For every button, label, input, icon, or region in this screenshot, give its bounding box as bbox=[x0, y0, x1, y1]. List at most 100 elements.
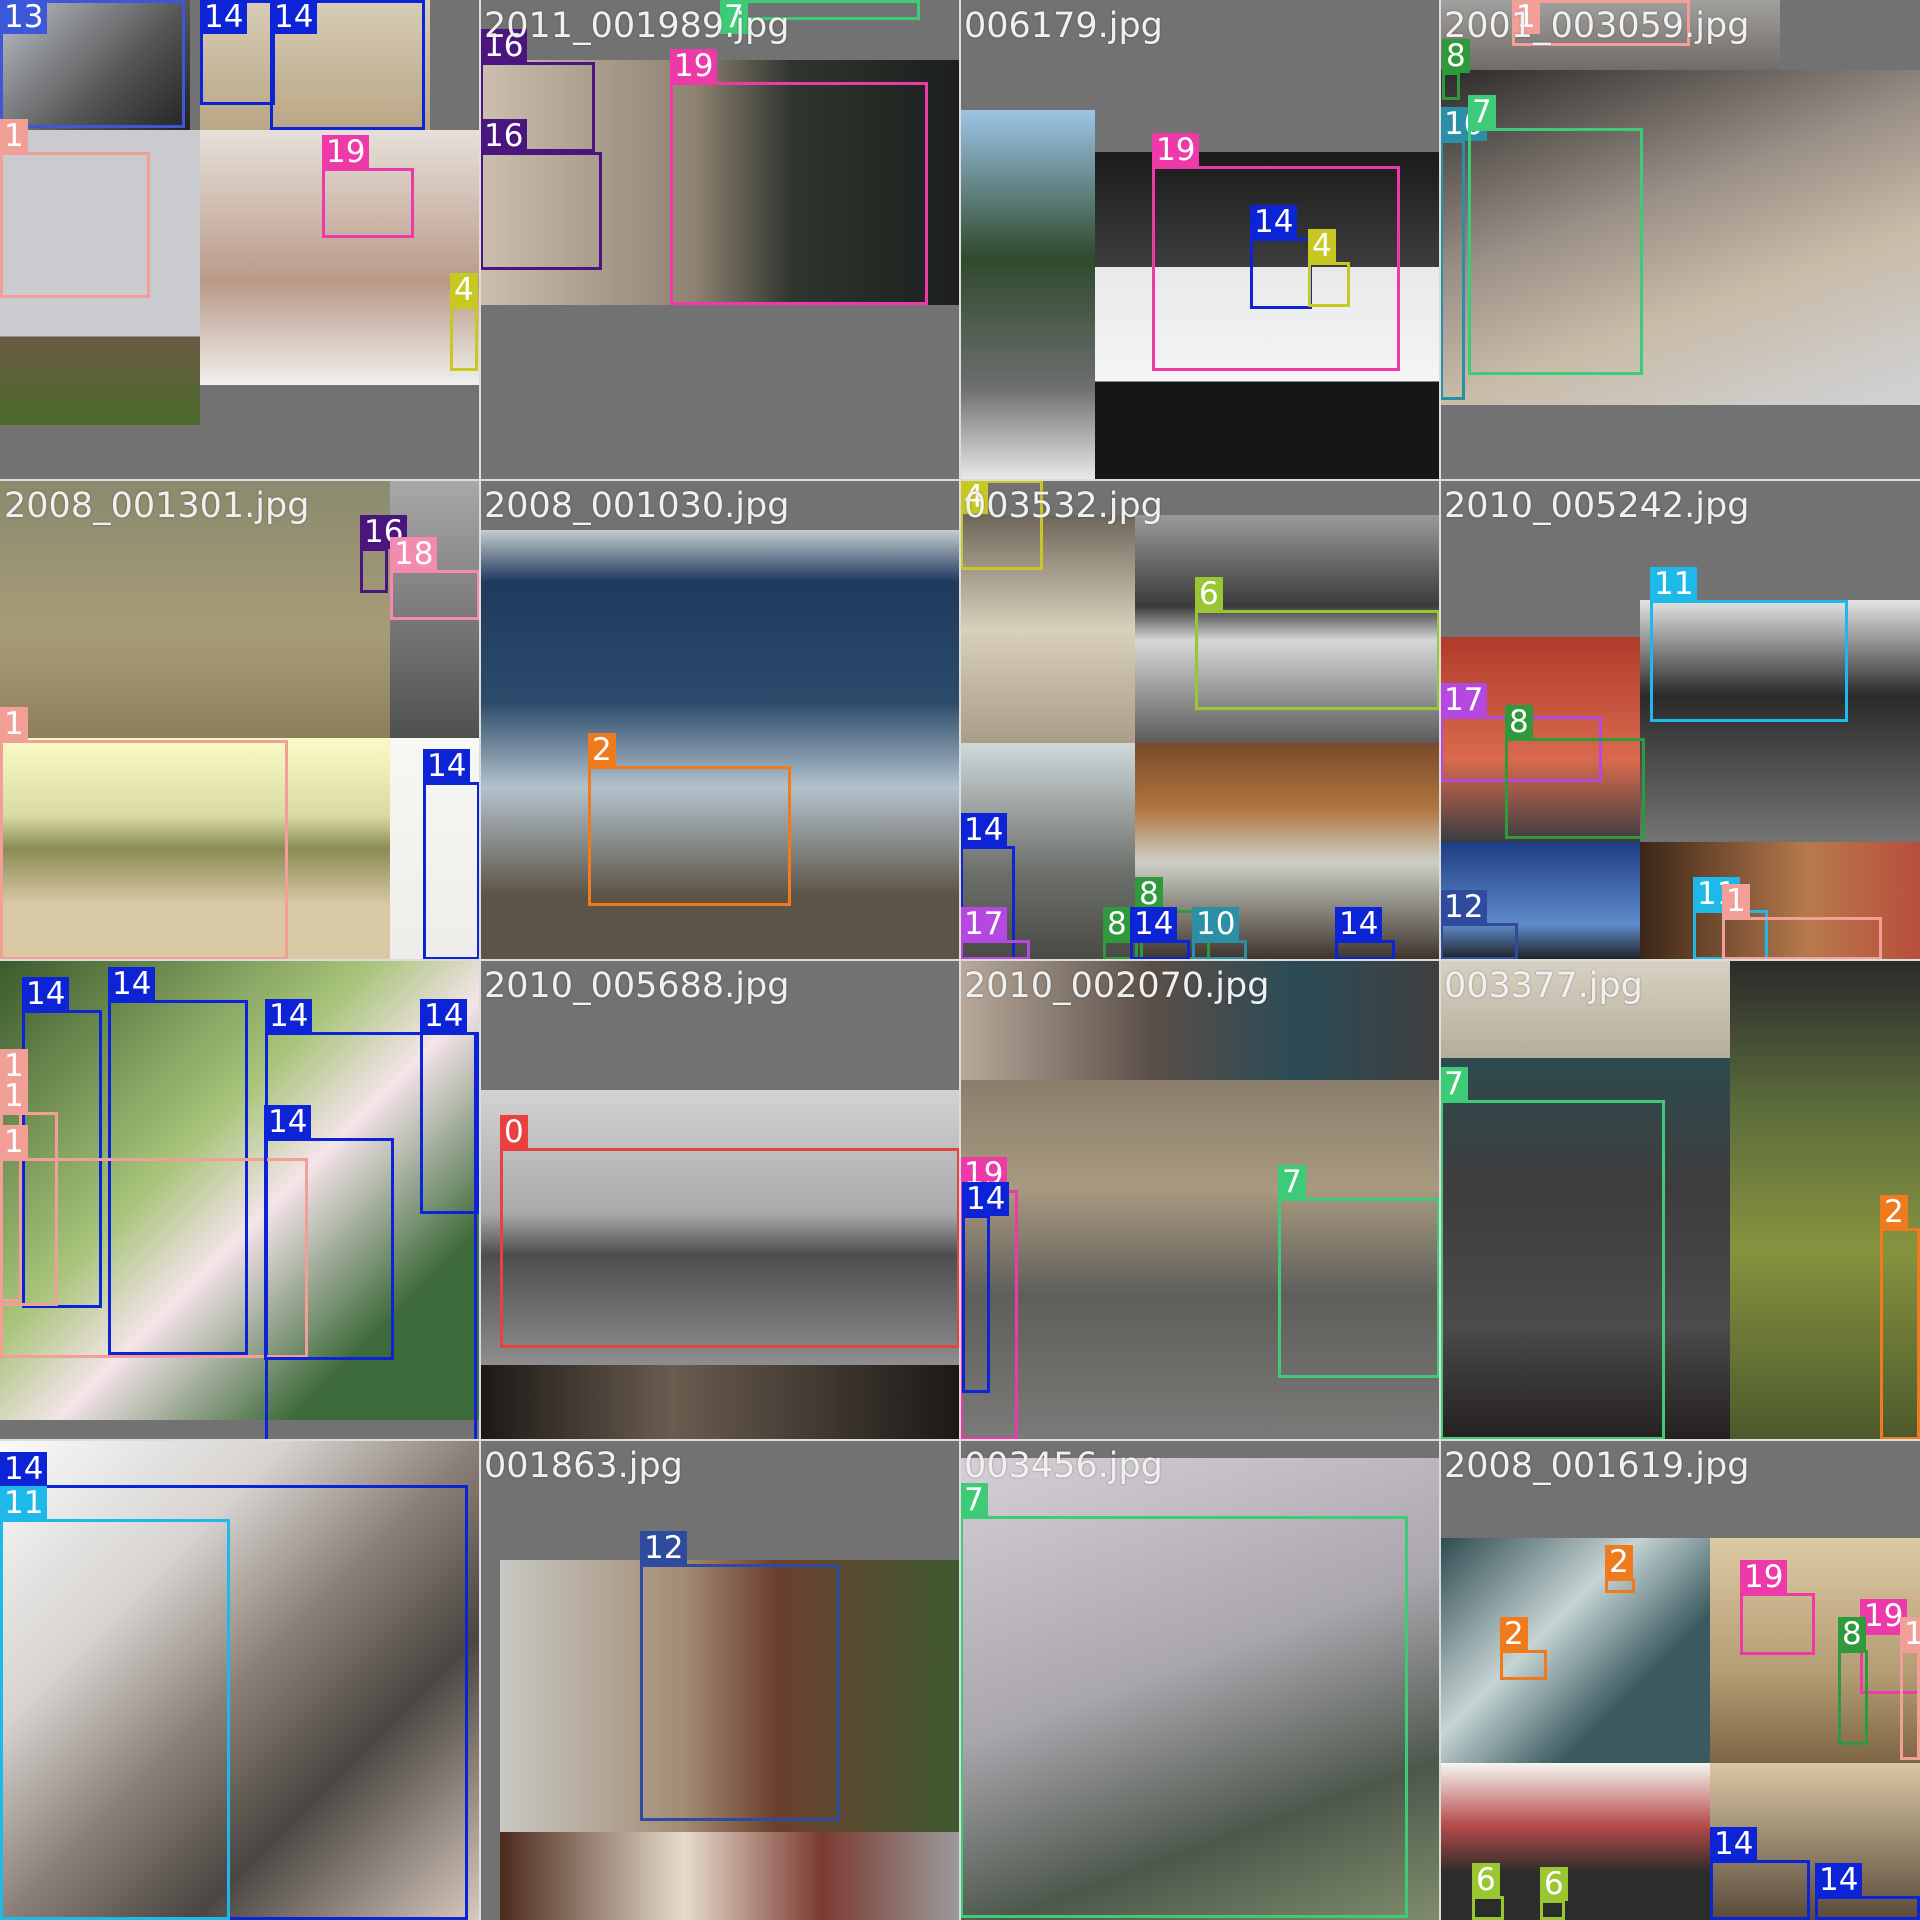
mosaic-tile: 003532.jpg 4 6 14 17 8 8 14 10 14 bbox=[960, 480, 1440, 960]
tile-filename: 2011_001989.jpg bbox=[484, 6, 790, 46]
mosaic-tile: 2008_001619.jpg 2 2 19 19 8 1 14 14 6 6 bbox=[1440, 1440, 1920, 1920]
tile-filename: 001863.jpg bbox=[484, 1446, 683, 1486]
bounding-box: 12 bbox=[640, 1531, 840, 1821]
class-label-tag: 2 bbox=[588, 733, 616, 767]
tile-filename: 2008_001301.jpg bbox=[4, 486, 310, 526]
tile-filename: 2010_005688.jpg bbox=[484, 966, 790, 1006]
tile-filename: 2008_001619.jpg bbox=[1444, 1446, 1750, 1486]
bounding-box: 19 bbox=[322, 135, 414, 238]
bounding-box: 7 bbox=[960, 1483, 1408, 1918]
tile-filename: 003532.jpg bbox=[964, 486, 1163, 526]
class-label-tag: 4 bbox=[1308, 229, 1336, 263]
bounding-box: 14 bbox=[264, 1105, 394, 1360]
bounding-box: 6 bbox=[1540, 1867, 1568, 1920]
photo-patch bbox=[1440, 1538, 1710, 1763]
mosaic-tile: 2010_005242.jpg 11 17 8 12 11 1 bbox=[1440, 480, 1920, 960]
bounding-box: 4 bbox=[1308, 229, 1350, 307]
mosaic-tile: 006179.jpg 19 14 4 bbox=[960, 0, 1440, 480]
class-label-tag: 14 bbox=[1130, 907, 1178, 941]
class-label-tag: 14 bbox=[1710, 1827, 1758, 1861]
bounding-box: 2 bbox=[1605, 1545, 1635, 1593]
class-label-tag: 1 bbox=[0, 1079, 28, 1113]
class-label-tag: 14 bbox=[264, 1105, 312, 1139]
bounding-box: 11 bbox=[1650, 567, 1848, 722]
mosaic-tile: 001863.jpg 12 bbox=[480, 1440, 960, 1920]
bounding-box: 4 bbox=[450, 273, 478, 371]
class-label-tag: 19 bbox=[1152, 133, 1200, 167]
bounding-box: 7 bbox=[1440, 1067, 1665, 1440]
class-label-tag: 2 bbox=[1605, 1545, 1633, 1579]
class-label-tag: 14 bbox=[0, 1452, 48, 1486]
bounding-box: 7 bbox=[1468, 95, 1643, 375]
mosaic-tile: 2010_002070.jpg 19 14 7 bbox=[960, 960, 1440, 1440]
class-label-tag: 14 bbox=[270, 0, 318, 34]
tile-filename: 2001_003059.jpg bbox=[1444, 6, 1750, 46]
class-label-tag: 7 bbox=[1278, 1165, 1306, 1199]
bounding-box: 19 bbox=[1740, 1560, 1815, 1655]
class-label-tag: 8 bbox=[1838, 1617, 1866, 1651]
bounding-box: 11 bbox=[0, 1486, 230, 1920]
bounding-box: 16 bbox=[360, 515, 408, 593]
grid-divider-horizontal bbox=[0, 1439, 1920, 1441]
bounding-box: 1 bbox=[0, 1125, 308, 1358]
class-label-tag: 7 bbox=[1440, 1067, 1468, 1101]
class-label-tag: 14 bbox=[1250, 205, 1298, 239]
class-label-tag: 14 bbox=[1335, 907, 1383, 941]
class-label-tag: 6 bbox=[1472, 1863, 1500, 1897]
bounding-box: 0 bbox=[500, 1115, 960, 1348]
class-label-tag: 6 bbox=[1540, 1867, 1568, 1901]
class-label-tag: 12 bbox=[1440, 890, 1488, 924]
mosaic-tile: 2001_003059.jpg 1 8 10 7 bbox=[1440, 0, 1920, 480]
bounding-box: 14 bbox=[1335, 907, 1395, 960]
class-label-tag: 0 bbox=[500, 1115, 528, 1149]
mosaic-grid: 13 14 14 1 19 4 2011_001989.jpg 7 16 16 19 006179.j… bbox=[0, 0, 1920, 1920]
class-label-tag: 1 bbox=[0, 707, 28, 741]
class-label-tag: 14 bbox=[960, 813, 1008, 847]
class-label-tag: 7 bbox=[960, 1483, 988, 1517]
bounding-box: 10 bbox=[1192, 907, 1247, 960]
class-label-tag: 14 bbox=[265, 999, 313, 1033]
bounding-box: 14 bbox=[420, 999, 480, 1214]
class-label-tag: 8 bbox=[1103, 907, 1131, 941]
tile-filename: 2010_002070.jpg bbox=[964, 966, 1270, 1006]
bounding-box: 8 bbox=[1442, 39, 1470, 100]
bounding-box: 14 bbox=[962, 1182, 1010, 1393]
bounding-box: 1 bbox=[0, 707, 288, 960]
class-label-tag: 6 bbox=[1195, 577, 1223, 611]
bounding-box: 14 bbox=[1130, 907, 1190, 960]
bounding-box: 1 bbox=[0, 119, 150, 298]
class-label-tag: 1 bbox=[0, 1125, 28, 1159]
bounding-box: 1 bbox=[1900, 1617, 1920, 1760]
bounding-box: 2 bbox=[588, 733, 791, 906]
class-label-tag: 11 bbox=[1650, 567, 1698, 601]
bounding-box: 6 bbox=[1472, 1863, 1504, 1920]
bounding-box: 2 bbox=[1880, 1195, 1920, 1440]
photo-patch bbox=[960, 110, 1095, 480]
bounding-box: 14 bbox=[1250, 205, 1312, 309]
class-label-tag: 1 bbox=[0, 119, 28, 153]
class-label-tag: 14 bbox=[108, 967, 156, 1001]
mosaic-tile: 13 14 14 1 19 4 bbox=[0, 0, 480, 480]
bounding-box: 10 bbox=[1440, 107, 1488, 400]
mosaic-tile: 2008_001301.jpg 16 18 1 14 bbox=[0, 480, 480, 960]
bounding-box: 14 bbox=[1710, 1827, 1810, 1920]
class-label-tag: 14 bbox=[22, 977, 70, 1011]
class-label-tag: 14 bbox=[962, 1182, 1010, 1216]
bounding-box: 14 bbox=[423, 749, 480, 960]
class-label-tag: 14 bbox=[420, 999, 468, 1033]
class-label-tag: 19 bbox=[1740, 1560, 1788, 1594]
bounding-box: 2 bbox=[1500, 1617, 1547, 1680]
class-label-tag: 19 bbox=[322, 135, 370, 169]
class-label-tag: 10 bbox=[1192, 907, 1240, 941]
bounding-box: 14 bbox=[200, 0, 275, 105]
bounding-box: 8 bbox=[1838, 1617, 1868, 1745]
bounding-box: 13 bbox=[0, 0, 185, 128]
class-label-tag: 2 bbox=[1880, 1195, 1908, 1229]
class-label-tag: 7 bbox=[1468, 95, 1496, 129]
class-label-tag: 4 bbox=[450, 273, 478, 307]
class-label-tag: 1 bbox=[1900, 1617, 1920, 1651]
mosaic-tile: 003456.jpg 7 bbox=[960, 1440, 1440, 1920]
tile-filename: 003456.jpg bbox=[964, 1446, 1163, 1486]
mosaic-tile: 14 11 bbox=[0, 1440, 480, 1920]
class-label-tag: 11 bbox=[0, 1486, 48, 1520]
